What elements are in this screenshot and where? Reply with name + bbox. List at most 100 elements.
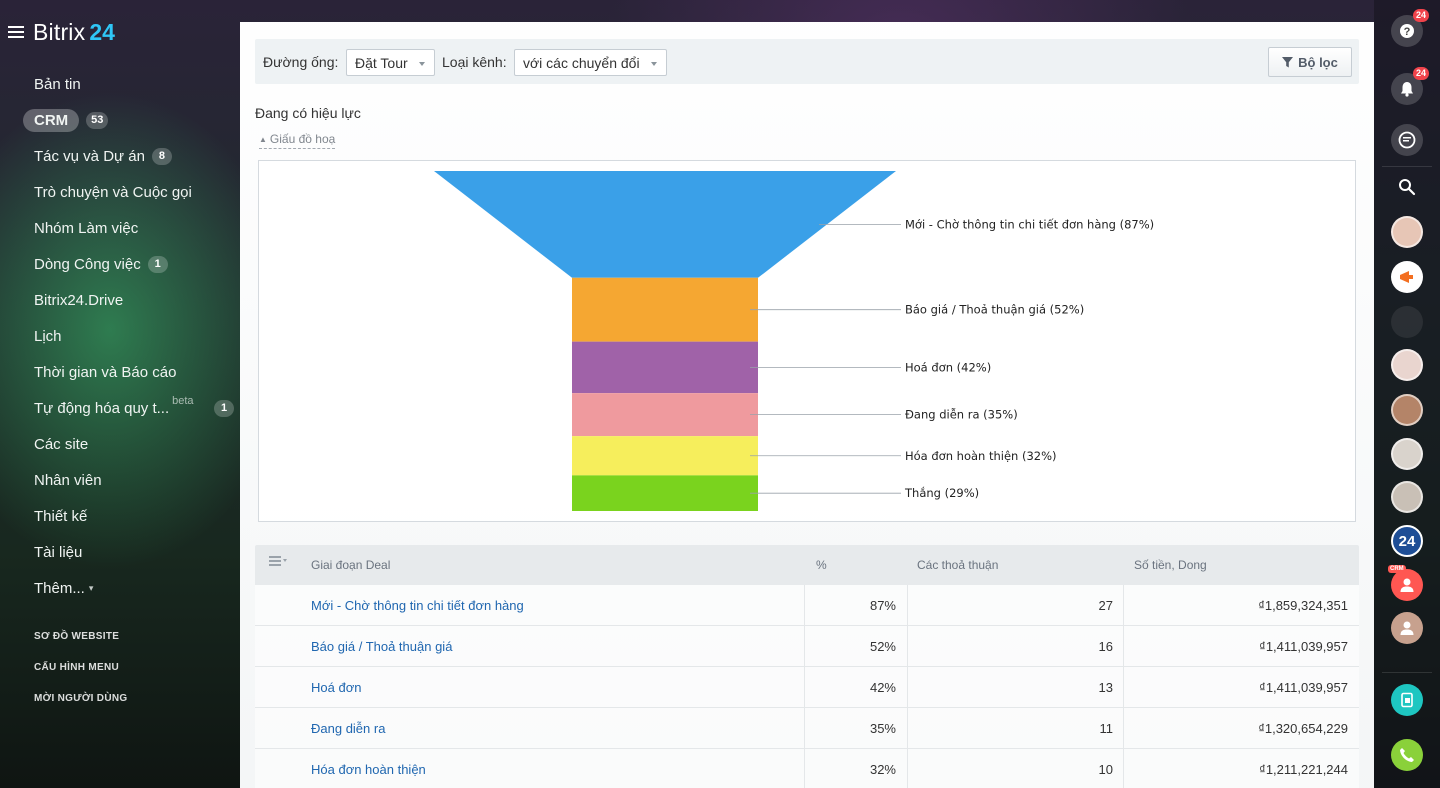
stage-link[interactable]: Hóa đơn hoàn thiện	[311, 762, 426, 777]
contact-avatar-7[interactable]	[1391, 481, 1423, 513]
megaphone-icon	[1400, 271, 1413, 283]
menu-icon[interactable]	[8, 26, 24, 38]
col-percent[interactable]: %	[816, 558, 827, 572]
sidebar-item-badge: 53	[86, 111, 109, 129]
deals-cell: 10	[1098, 762, 1113, 777]
sidebar-item-label: Các site	[34, 435, 89, 453]
sidebar-item-8[interactable]: Thời gian và Báo cáo	[22, 354, 240, 390]
contact-avatar-6[interactable]	[1391, 438, 1423, 470]
stage-link[interactable]: Mới - Chờ thông tin chi tiết đơn hàng	[311, 598, 524, 613]
brand-logo[interactable]: Bitrix 24	[8, 18, 115, 46]
main-panel: Đường ống: Đặt Tour Loại kênh: với các c…	[240, 22, 1374, 788]
sidebar-item-label: Thiết kế	[34, 507, 88, 525]
funnel-label-0: Mới - Chờ thông tin chi tiết đơn hàng (8…	[905, 217, 1154, 231]
main-menu: Bản tin CRM 53 Tác vụ và Dự án 8 Trò chuyện v…	[22, 66, 240, 606]
sidebar-item-5[interactable]: Dòng Công việc 1	[22, 246, 240, 282]
sidebar-item-3[interactable]: Trò chuyện và Cuộc gọi	[22, 174, 240, 210]
document-icon	[1401, 692, 1413, 708]
stage-link[interactable]: Hoá đơn	[311, 680, 361, 695]
sidebar-item-12[interactable]: Thiết kế	[22, 498, 240, 534]
amount-cell: ₫1,211,221,244	[1259, 762, 1348, 777]
stage-link[interactable]: Báo giá / Thoả thuận giá	[311, 639, 452, 654]
sidebar-item-0[interactable]: Bản tin	[22, 66, 240, 102]
sidebar-item-13[interactable]: Tài liệu	[22, 534, 240, 570]
sidebar-item-label: Nhóm Làm việc	[34, 219, 139, 237]
phone-icon	[1400, 748, 1414, 762]
channel-select[interactable]: với các chuyển đổi	[514, 49, 667, 76]
section-title: Đang có hiệu lực	[255, 105, 361, 121]
pipeline-select[interactable]: Đặt Tour	[346, 49, 435, 76]
funnel-chart-svg: Mới - Chờ thông tin chi tiết đơn hàng (8…	[434, 171, 1154, 511]
sidebar-item-label: Tự động hóa quy t...	[34, 399, 170, 417]
sidebar-item-9[interactable]: Tự động hóa quy t... beta 1	[22, 390, 240, 426]
brand-name: Bitrix	[33, 18, 86, 45]
sidebar-item-14[interactable]: Thêm... ▾	[22, 570, 240, 606]
sidebar-item-1[interactable]: CRM 53	[22, 102, 240, 138]
sidebar-item-badge: 1	[147, 255, 168, 273]
sidebar-item-7[interactable]: Lịch	[22, 318, 240, 354]
funnel-stage-3	[572, 393, 758, 437]
column-settings-icon[interactable]	[269, 556, 287, 568]
table-row: Báo giá / Thoả thuận giá 52% 16 ₫1,411,039,…	[255, 626, 1359, 667]
bitrix24-logo: 24	[1398, 532, 1416, 550]
amount-cell: ₫1,411,039,957	[1259, 680, 1348, 695]
chevron-down-icon	[650, 62, 657, 66]
contact-avatar-1[interactable]	[1391, 216, 1423, 248]
search-button[interactable]	[1391, 171, 1423, 203]
svg-text:?: ?	[1404, 26, 1411, 38]
contact-avatar-4[interactable]	[1391, 349, 1423, 381]
col-stage[interactable]: Giai đoạn Deal	[311, 558, 390, 572]
stage-link[interactable]: Đang diễn ra	[311, 721, 385, 736]
invite-users-link[interactable]: MỜI NGƯỜI DÙNG	[34, 692, 127, 723]
sidebar-item-badge: 8	[151, 147, 172, 165]
amount-cell: ₫1,411,039,957	[1259, 639, 1348, 654]
col-deals[interactable]: Các thoả thuận	[917, 558, 998, 572]
contact-avatar-5[interactable]	[1391, 394, 1423, 426]
question-icon: ?	[1400, 24, 1414, 38]
hide-chart-link[interactable]: ▲ Giấu đồ hoạ	[259, 132, 336, 149]
sidebar-item-6[interactable]: Bitrix24.Drive	[22, 282, 240, 318]
table-row: Hoá đơn 42% 13 ₫1,411,039,957	[255, 667, 1359, 708]
call-button[interactable]	[1391, 739, 1423, 771]
configure-menu-link[interactable]: CẤU HÌNH MENU	[34, 661, 127, 692]
sidebar-item-label: Trò chuyện và Cuộc gọi	[34, 183, 192, 201]
user-chat[interactable]	[1391, 612, 1423, 644]
bitrix24-chat[interactable]: 24	[1391, 525, 1423, 557]
sidebar-item-label: CRM	[23, 108, 80, 132]
sidebar-item-label: Dòng Công việc	[34, 255, 141, 273]
percent-cell: 52%	[869, 639, 896, 654]
filter-button[interactable]: Bộ lọc	[1268, 47, 1352, 77]
funnel-chart: Mới - Chờ thông tin chi tiết đơn hàng (8…	[258, 160, 1356, 522]
sidebar-item-2[interactable]: Tác vụ và Dự án 8	[22, 138, 240, 174]
funnel-label-1: Báo giá / Thoả thuận giá (52%)	[905, 303, 1084, 317]
disk-button[interactable]	[1391, 684, 1423, 716]
help-button[interactable]: ? 24	[1391, 9, 1429, 47]
amount-cell: ₫1,320,654,229	[1258, 721, 1348, 736]
col-amount[interactable]: Số tiền, Dong	[1134, 558, 1207, 572]
percent-cell: 35%	[869, 721, 896, 736]
funnel-icon	[1282, 56, 1294, 67]
bell-icon	[1401, 82, 1413, 97]
channel-label: Loại kênh:	[442, 54, 507, 70]
notifications-button[interactable]: 24	[1391, 67, 1429, 105]
table-body: Mới - Chờ thông tin chi tiết đơn hàng 87%…	[255, 585, 1359, 788]
funnel-stage-5	[572, 475, 758, 511]
sidebar-item-11[interactable]: Nhân viên	[22, 462, 240, 498]
chevron-down-icon	[418, 62, 425, 66]
deals-cell: 13	[1098, 680, 1113, 695]
contact-avatar-2[interactable]	[1391, 261, 1423, 293]
sidebar-item-10[interactable]: Các site	[22, 426, 240, 462]
sidebar-item-label: Lịch	[34, 327, 62, 345]
sidebar-item-4[interactable]: Nhóm Làm việc	[22, 210, 240, 246]
funnel-label-2: Hoá đơn (42%)	[905, 360, 991, 374]
deals-cell: 11	[1099, 721, 1114, 736]
contact-avatar-3[interactable]	[1391, 306, 1423, 338]
funnel-label-5: Thắng (29%)	[904, 486, 979, 500]
chat-icon	[1398, 131, 1416, 149]
open-lines-button[interactable]	[1391, 124, 1423, 156]
crm-chat[interactable]: CRM	[1388, 565, 1423, 601]
sidebar-item-label: Tác vụ và Dự án	[34, 147, 145, 165]
table-row: Đang diễn ra 35% 11 ₫1,320,654,229	[255, 708, 1359, 749]
sitemap-link[interactable]: SƠ ĐỒ WEBSITE	[34, 630, 127, 661]
pipeline-label: Đường ống:	[263, 54, 339, 70]
